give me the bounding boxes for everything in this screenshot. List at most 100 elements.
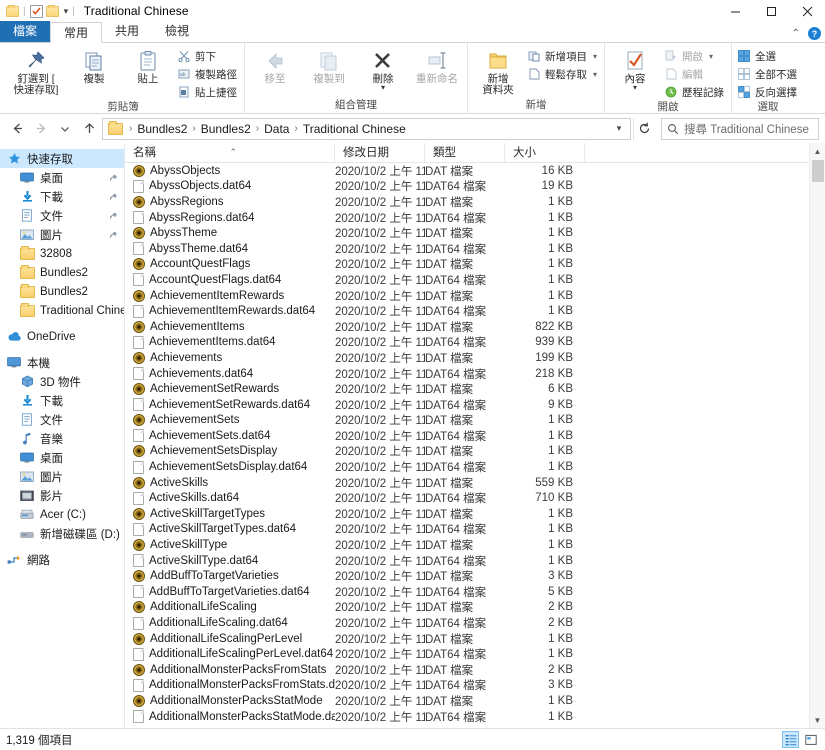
copy-button[interactable]: 複製	[67, 46, 121, 85]
file-name-cell[interactable]: AchievementSetsDisplay.dat64	[125, 460, 335, 474]
copy-to-button[interactable]: 複製到	[302, 46, 356, 85]
sidebar-item-3d-objects[interactable]: 3D 物件	[0, 372, 124, 391]
easy-access-caret-icon[interactable]: ▾	[593, 70, 597, 79]
breadcrumb[interactable]: › Bundles2 › Bundles2 › Data › Tradition…	[102, 117, 631, 140]
table-row[interactable]: ActiveSkillType 2020/10/2 上午 11:33DAT 檔案 1…	[125, 537, 809, 553]
back-icon[interactable]	[6, 118, 28, 140]
file-name-cell[interactable]: ActiveSkillTargetTypes	[125, 507, 335, 520]
table-row[interactable]: AccountQuestFlags.dat64 2020/10/2 上午 11:4…	[125, 272, 809, 288]
table-row[interactable]: AchievementSetsDisplay 2020/10/2 上午 11:33…	[125, 444, 809, 460]
pin-icon[interactable]	[109, 210, 118, 224]
open-caret-icon[interactable]: ▾	[709, 52, 713, 61]
tab-view[interactable]: 檢視	[152, 21, 202, 42]
file-name-cell[interactable]: AdditionalMonsterPacksFromStats.dat...	[125, 678, 335, 692]
column-header-empty[interactable]	[585, 143, 809, 163]
file-name-cell[interactable]: AdditionalLifeScaling	[125, 601, 335, 614]
table-row[interactable]: AchievementItemRewards.dat64 2020/10/2 上午…	[125, 303, 809, 319]
customize-caret-icon[interactable]: ▾	[64, 6, 69, 17]
breadcrumb-item-1[interactable]: Bundles2	[198, 122, 254, 136]
pin-icon[interactable]	[109, 229, 118, 243]
column-header-size[interactable]: 大小	[505, 142, 585, 163]
up-icon[interactable]	[78, 118, 100, 140]
new-folder-button[interactable]: 新增 資料夾	[471, 46, 525, 96]
breadcrumb-separator[interactable]: ›	[292, 123, 299, 134]
breadcrumb-dropdown-icon[interactable]: ▾	[610, 123, 628, 134]
breadcrumb-separator[interactable]: ›	[254, 123, 261, 134]
refresh-icon[interactable]	[633, 117, 655, 140]
table-row[interactable]: Achievements 2020/10/2 上午 11:11DAT 檔案 199 …	[125, 350, 809, 366]
table-row[interactable]: AdditionalLifeScaling.dat64 2020/10/2 上午 …	[125, 615, 809, 631]
file-name-cell[interactable]: AchievementItemRewards	[125, 289, 335, 302]
paste-button[interactable]: 貼上	[121, 46, 175, 85]
rename-button[interactable]: 重新命名	[410, 46, 464, 85]
column-header-date[interactable]: 修改日期	[335, 142, 425, 163]
table-row[interactable]: ActiveSkills 2020/10/2 上午 11:11DAT 檔案 559 …	[125, 475, 809, 491]
sidebar-item-onedrive[interactable]: OneDrive	[0, 327, 124, 346]
sidebar-item-quick-access[interactable]: 快速存取	[0, 149, 124, 168]
large-icons-view-button[interactable]	[802, 731, 819, 748]
column-header-name[interactable]: ⌃ 名稱	[125, 142, 335, 163]
file-name-cell[interactable]: AdditionalLifeScalingPerLevel	[125, 632, 335, 645]
sidebar-item-drive-d[interactable]: 新增磁碟區 (D:)	[0, 524, 124, 543]
tab-share[interactable]: 共用	[102, 21, 152, 42]
sidebar-item-pictures-pc[interactable]: 圖片	[0, 467, 124, 486]
column-header-type[interactable]: 類型	[425, 142, 505, 163]
file-name-cell[interactable]: AdditionalMonsterPacksStatMode	[125, 694, 335, 707]
breadcrumb-item-0[interactable]: Bundles2	[134, 122, 190, 136]
sidebar-item-music[interactable]: 音樂	[0, 429, 124, 448]
file-name-cell[interactable]: ActiveSkills	[125, 476, 335, 489]
new-item-caret-icon[interactable]: ▾	[593, 52, 597, 61]
sidebar-item-downloads[interactable]: 下載	[0, 187, 124, 206]
file-name-cell[interactable]: AbyssRegions.dat64	[125, 211, 335, 225]
sidebar-item-desktop[interactable]: 桌面	[0, 168, 124, 187]
folder-icon[interactable]	[108, 120, 123, 135]
breadcrumb-separator[interactable]: ›	[190, 123, 197, 134]
file-name-cell[interactable]: AddBuffToTargetVarieties	[125, 570, 335, 583]
table-row[interactable]: AdditionalMonsterPacksFromStats 2020/10/2…	[125, 662, 809, 678]
table-row[interactable]: AchievementItems.dat64 2020/10/2 上午 11:11…	[125, 335, 809, 351]
forward-icon[interactable]	[30, 118, 52, 140]
file-name-cell[interactable]: AchievementSets.dat64	[125, 429, 335, 443]
table-row[interactable]: AbyssRegions.dat64 2020/10/2 上午 11:46DAT6…	[125, 210, 809, 226]
file-name-cell[interactable]: AchievementItems	[125, 320, 335, 333]
table-row[interactable]: Achievements.dat64 2020/10/2 上午 11:11DAT6…	[125, 366, 809, 382]
folder-icon[interactable]	[6, 4, 19, 17]
sidebar-item-drive-c[interactable]: Acer (C:)	[0, 505, 124, 524]
scrollbar-thumb[interactable]	[812, 160, 824, 182]
table-row[interactable]: AchievementSets.dat64 2020/10/2 上午 11:46D…	[125, 428, 809, 444]
pin-to-quick-access-button[interactable]: 釘選到 [ 快速存取]	[5, 46, 67, 96]
scroll-up-icon[interactable]: ▲	[810, 143, 825, 159]
cut-button[interactable]: 剪下	[175, 47, 241, 65]
invert-selection-button[interactable]: 反向選擇	[735, 83, 801, 101]
file-name-cell[interactable]: AchievementSetsDisplay	[125, 445, 335, 458]
file-name-cell[interactable]: AchievementSets	[125, 414, 335, 427]
sidebar-item-documents-pc[interactable]: 文件	[0, 410, 124, 429]
file-name-cell[interactable]: AbyssTheme.dat64	[125, 242, 335, 256]
history-button[interactable]: 歷程記錄	[662, 83, 728, 101]
file-name-cell[interactable]: AchievementItemRewards.dat64	[125, 304, 335, 318]
table-row[interactable]: AbyssTheme.dat64 2020/10/2 上午 11:46DAT64 …	[125, 241, 809, 257]
scroll-down-icon[interactable]: ▼	[810, 712, 825, 728]
table-row[interactable]: AdditionalMonsterPacksStatMode.dat... 202…	[125, 709, 809, 725]
file-name-cell[interactable]: AchievementSetRewards	[125, 383, 335, 396]
table-row[interactable]: AbyssObjects 2020/10/2 上午 11:11DAT 檔案 16 K…	[125, 163, 809, 179]
table-row[interactable]: ActiveSkillType.dat64 2020/10/2 上午 11:46D…	[125, 553, 809, 569]
select-none-button[interactable]: 全部不選	[735, 65, 801, 83]
details-view-button[interactable]	[782, 731, 799, 748]
search-input[interactable]: 搜尋 Traditional Chinese	[661, 117, 819, 140]
table-row[interactable]: AdditionalMonsterPacksStatMode 2020/10/2 …	[125, 693, 809, 709]
table-row[interactable]: AdditionalLifeScaling 2020/10/2 上午 11:33D…	[125, 600, 809, 616]
sidebar-item-traditional-chinese[interactable]: Traditional Chinese	[0, 301, 124, 320]
pin-icon[interactable]	[109, 172, 118, 186]
file-name-cell[interactable]: ActiveSkillTargetTypes.dat64	[125, 522, 335, 536]
table-row[interactable]: AccountQuestFlags 2020/10/2 上午 11:33DAT 檔…	[125, 257, 809, 273]
table-row[interactable]: AchievementItemRewards 2020/10/2 上午 11:33…	[125, 288, 809, 304]
sidebar-item-32808[interactable]: 32808	[0, 244, 124, 263]
table-row[interactable]: AddBuffToTargetVarieties.dat64 2020/10/2 …	[125, 584, 809, 600]
easy-access-button[interactable]: 輕鬆存取 ▾	[525, 65, 601, 83]
file-name-cell[interactable]: AbyssObjects.dat64	[125, 179, 335, 193]
sidebar-item-bundles2-a[interactable]: Bundles2	[0, 263, 124, 282]
table-row[interactable]: AdditionalLifeScalingPerLevel.dat64 2020/…	[125, 646, 809, 662]
file-name-cell[interactable]: Achievements	[125, 351, 335, 364]
properties-button[interactable]: 內容 ▾	[608, 46, 662, 92]
